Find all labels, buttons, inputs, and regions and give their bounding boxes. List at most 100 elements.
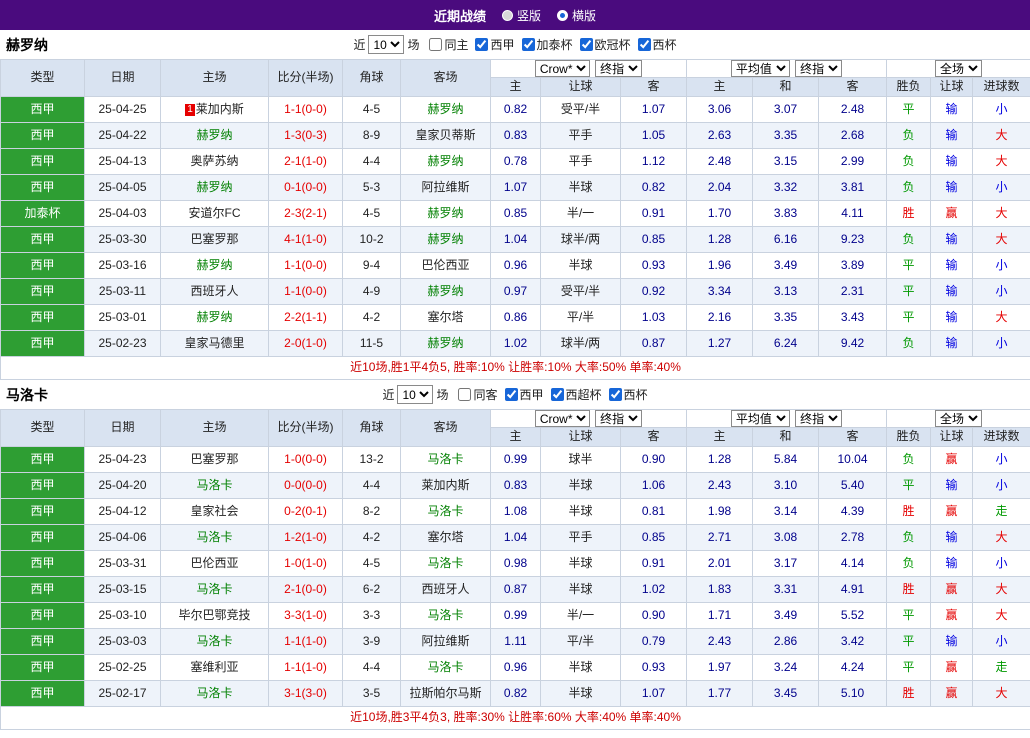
home-team-name: 西班牙人 bbox=[190, 284, 238, 298]
filter-league-欧冠杯[interactable]: 欧冠杯 bbox=[580, 36, 631, 53]
match-count-select[interactable]: 10 bbox=[368, 35, 404, 54]
away-team-cell[interactable]: 马洛卡 bbox=[401, 499, 491, 525]
scope-select[interactable]: 全场 bbox=[935, 60, 982, 77]
filter-same-side-checkbox[interactable] bbox=[458, 388, 471, 401]
match-row: 西甲25-02-17马洛卡3-1(3-0)3-5拉斯帕尔马斯0.82半球1.07… bbox=[1, 681, 1030, 707]
away-team-cell[interactable]: 阿拉维斯 bbox=[401, 175, 491, 201]
home-team-cell[interactable]: 塞维利亚 bbox=[161, 655, 269, 681]
layout-vertical-radio[interactable]: 竖版 bbox=[502, 7, 541, 24]
away-team-cell[interactable]: 马洛卡 bbox=[401, 655, 491, 681]
filter-league-西杯-checkbox[interactable] bbox=[609, 388, 622, 401]
filter-league-西超杯-checkbox[interactable] bbox=[551, 388, 564, 401]
home-team-cell[interactable]: 赫罗纳 bbox=[161, 253, 269, 279]
away-team-cell[interactable]: 皇家贝蒂斯 bbox=[401, 123, 491, 149]
home-team-cell[interactable]: 1莱加内斯 bbox=[161, 97, 269, 123]
away-team-cell[interactable]: 赫罗纳 bbox=[401, 279, 491, 305]
away-team-cell[interactable]: 赫罗纳 bbox=[401, 201, 491, 227]
filter-league-西杯[interactable]: 西杯 bbox=[609, 386, 648, 403]
avg-odds-select[interactable]: 平均值 bbox=[731, 60, 790, 77]
filter-league-加泰杯[interactable]: 加泰杯 bbox=[522, 36, 573, 53]
home-team-cell[interactable]: 毕尔巴鄂竞技 bbox=[161, 603, 269, 629]
avg-away-odds: 4.14 bbox=[819, 551, 887, 577]
home-team-cell[interactable]: 巴伦西亚 bbox=[161, 551, 269, 577]
filter-league-西甲[interactable]: 西甲 bbox=[505, 386, 544, 403]
crow-away-odds: 1.02 bbox=[621, 577, 687, 603]
away-team-cell[interactable]: 塞尔塔 bbox=[401, 305, 491, 331]
avg-draw-odds: 3.07 bbox=[753, 97, 819, 123]
match-row: 西甲25-03-16赫罗纳1-1(0-0)9-4巴伦西亚0.96半球0.931.… bbox=[1, 253, 1030, 279]
col-home: 主场 bbox=[161, 410, 269, 447]
away-team-cell[interactable]: 赫罗纳 bbox=[401, 331, 491, 357]
date-cell: 25-03-16 bbox=[85, 253, 161, 279]
away-team-cell[interactable]: 马洛卡 bbox=[401, 603, 491, 629]
avg-stage-select[interactable]: 终指 bbox=[795, 410, 842, 427]
wdl-result: 平 bbox=[887, 253, 931, 279]
away-team-cell[interactable]: 拉斯帕尔马斯 bbox=[401, 681, 491, 707]
odds-company-select[interactable]: Crow* bbox=[535, 410, 590, 427]
filter-league-西超杯[interactable]: 西超杯 bbox=[551, 386, 602, 403]
filter-league-欧冠杯-checkbox[interactable] bbox=[580, 38, 593, 51]
home-team-cell[interactable]: 马洛卡 bbox=[161, 681, 269, 707]
scope-select[interactable]: 全场 bbox=[935, 410, 982, 427]
home-team-cell[interactable]: 赫罗纳 bbox=[161, 175, 269, 201]
filter-league-西甲[interactable]: 西甲 bbox=[475, 36, 514, 53]
away-team-cell[interactable]: 马洛卡 bbox=[401, 447, 491, 473]
home-team-cell[interactable]: 西班牙人 bbox=[161, 279, 269, 305]
bottom-padding bbox=[0, 730, 1030, 738]
home-team-cell[interactable]: 马洛卡 bbox=[161, 577, 269, 603]
filter-league-西杯-checkbox[interactable] bbox=[638, 38, 651, 51]
away-team-cell[interactable]: 阿拉维斯 bbox=[401, 629, 491, 655]
home-team-cell[interactable]: 皇家马德里 bbox=[161, 331, 269, 357]
odds-stage-select[interactable]: 终指 bbox=[595, 60, 642, 77]
home-team-cell[interactable]: 马洛卡 bbox=[161, 525, 269, 551]
home-team-cell[interactable]: 皇家社会 bbox=[161, 499, 269, 525]
home-team-cell[interactable]: 赫罗纳 bbox=[161, 123, 269, 149]
odds-stage-select[interactable]: 终指 bbox=[595, 410, 642, 427]
filter-same-side[interactable]: 同主 bbox=[429, 36, 468, 53]
filter-league-加泰杯-checkbox[interactable] bbox=[522, 38, 535, 51]
crow-away-odds: 1.07 bbox=[621, 681, 687, 707]
away-team-cell[interactable]: 西班牙人 bbox=[401, 577, 491, 603]
away-team-name: 塞尔塔 bbox=[427, 310, 463, 324]
odds-company-select[interactable]: Crow* bbox=[535, 60, 590, 77]
filter-league-西甲-checkbox[interactable] bbox=[505, 388, 518, 401]
home-team-cell[interactable]: 奥萨苏纳 bbox=[161, 149, 269, 175]
away-team-cell[interactable]: 塞尔塔 bbox=[401, 525, 491, 551]
avg-away-odds: 10.04 bbox=[819, 447, 887, 473]
away-team-cell[interactable]: 巴伦西亚 bbox=[401, 253, 491, 279]
wdl-result: 负 bbox=[887, 227, 931, 253]
col-type: 类型 bbox=[1, 410, 85, 447]
date-cell: 25-04-06 bbox=[85, 525, 161, 551]
home-team-cell[interactable]: 巴塞罗那 bbox=[161, 447, 269, 473]
score-cell: 3-1(3-0) bbox=[269, 681, 343, 707]
home-team-cell[interactable]: 巴塞罗那 bbox=[161, 227, 269, 253]
filter-league-西杯[interactable]: 西杯 bbox=[638, 36, 677, 53]
avg-stage-select[interactable]: 终指 bbox=[795, 60, 842, 77]
match-count-select[interactable]: 10 bbox=[397, 385, 433, 404]
filter-same-side-checkbox[interactable] bbox=[429, 38, 442, 51]
home-team-cell[interactable]: 马洛卡 bbox=[161, 473, 269, 499]
layout-horizontal-radio[interactable]: 横版 bbox=[557, 7, 596, 24]
avg-home-odds: 1.77 bbox=[687, 681, 753, 707]
goals-result: 小 bbox=[973, 551, 1030, 577]
corner-cell: 3-5 bbox=[343, 681, 401, 707]
avg-odds-select[interactable]: 平均值 bbox=[731, 410, 790, 427]
home-team-cell[interactable]: 安道尔FC bbox=[161, 201, 269, 227]
away-team-cell[interactable]: 赫罗纳 bbox=[401, 97, 491, 123]
away-team-cell[interactable]: 莱加内斯 bbox=[401, 473, 491, 499]
away-team-cell[interactable]: 赫罗纳 bbox=[401, 149, 491, 175]
avg-draw-odds: 3.49 bbox=[753, 603, 819, 629]
home-team-cell[interactable]: 赫罗纳 bbox=[161, 305, 269, 331]
away-team-cell[interactable]: 马洛卡 bbox=[401, 551, 491, 577]
goals-result: 小 bbox=[973, 473, 1030, 499]
col-handicap: 让球 bbox=[541, 428, 621, 447]
filter-league-西甲-checkbox[interactable] bbox=[475, 38, 488, 51]
home-team-cell[interactable]: 马洛卡 bbox=[161, 629, 269, 655]
goals-result: 大 bbox=[973, 149, 1030, 175]
col-crow-home: 主 bbox=[491, 428, 541, 447]
corner-cell: 3-9 bbox=[343, 629, 401, 655]
summary-text: 近10场,胜3平4负3, 胜率:30% 让胜率:60% 大率:40% 单率:40… bbox=[1, 707, 1030, 730]
games-label: 场 bbox=[436, 386, 448, 403]
away-team-cell[interactable]: 赫罗纳 bbox=[401, 227, 491, 253]
filter-same-side[interactable]: 同客 bbox=[458, 386, 497, 403]
